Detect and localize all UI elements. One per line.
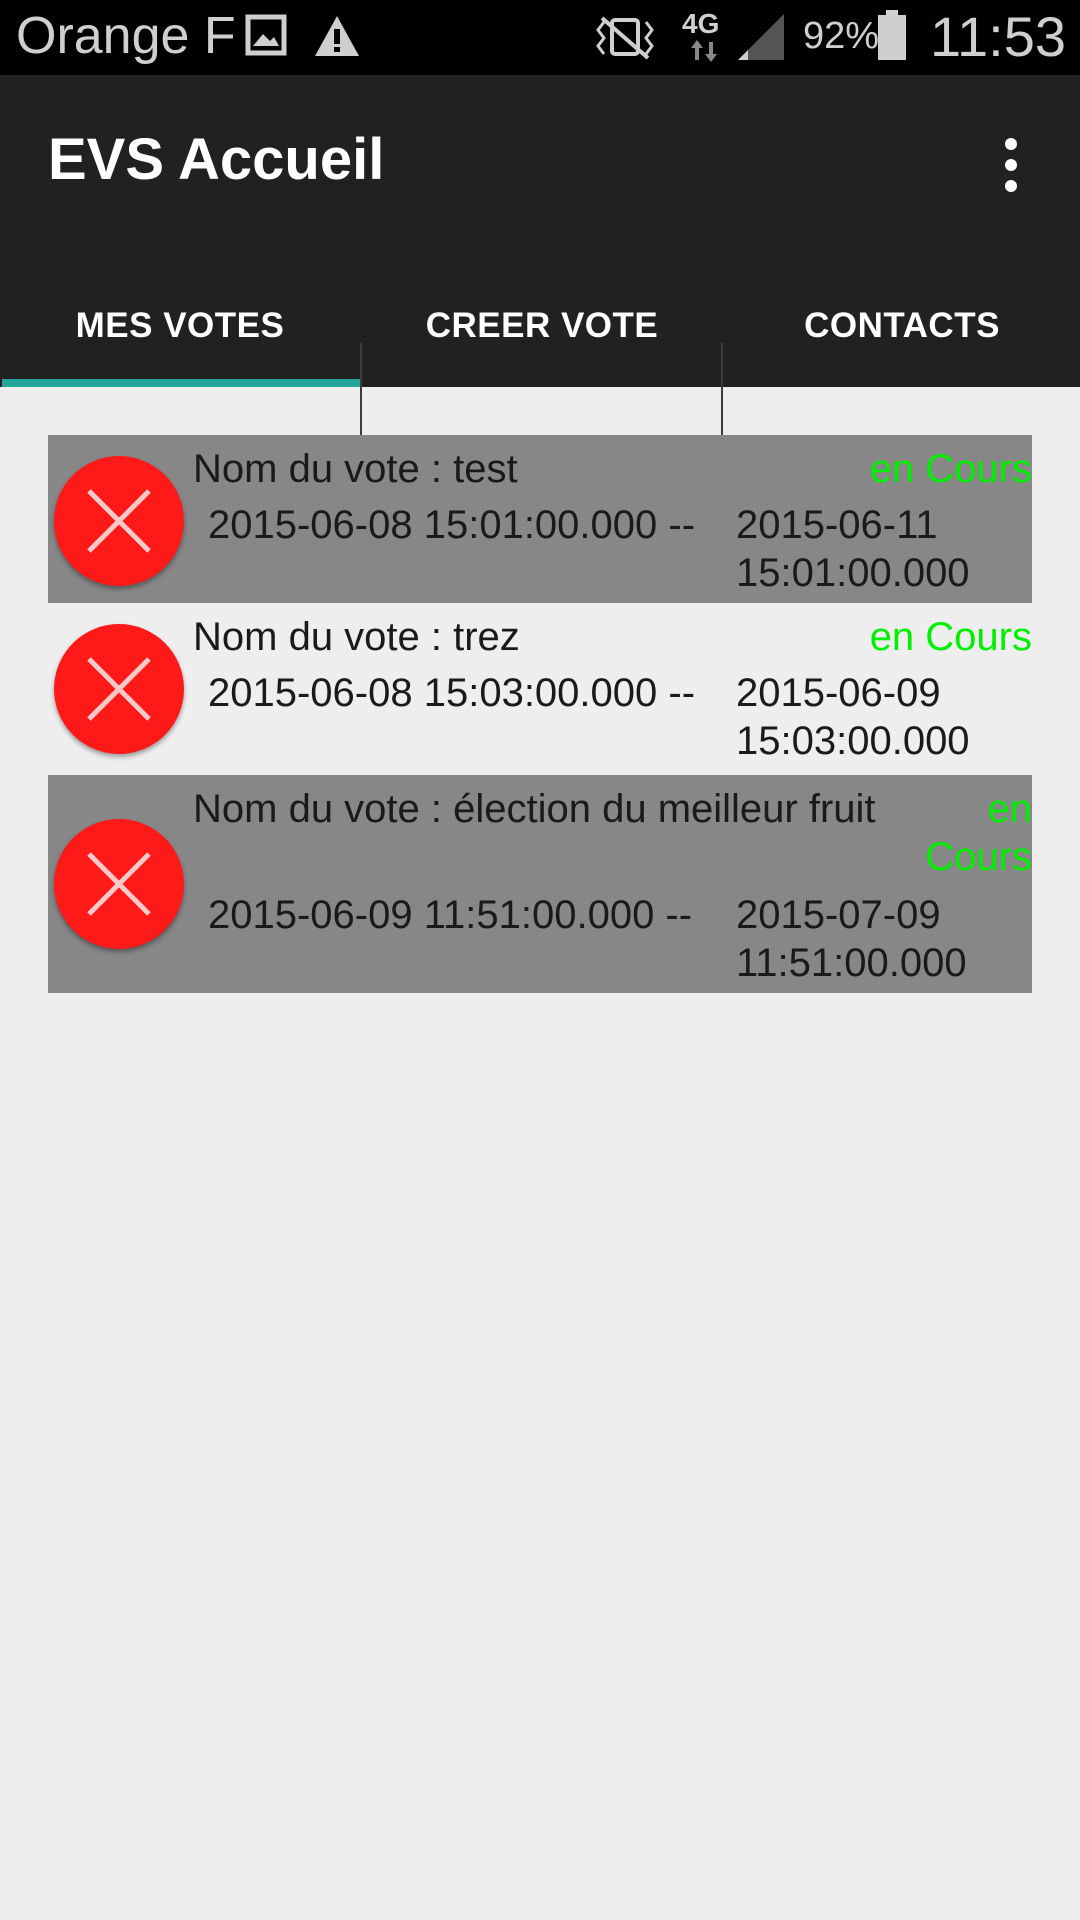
tab-mes-votes[interactable]: MES VOTES [0, 265, 360, 387]
vote-end-day: 2015-06-11 [736, 503, 938, 547]
image-icon [245, 14, 287, 56]
vote-status: en Cours [869, 615, 1032, 659]
vote-end-date: 2015-06-11 15:01:00.000 [736, 501, 1016, 597]
delete-x-icon[interactable] [54, 819, 184, 949]
vote-end-time: 15:01:00.000 [736, 551, 970, 595]
vote-start-date: 2015-06-08 15:01:00.000 -- [208, 503, 696, 547]
battery-percent: 92% [803, 15, 880, 57]
carrier-name: Orange F [16, 7, 236, 65]
more-vert-icon[interactable] [985, 130, 1035, 200]
vote-status-line: Cours [925, 835, 1032, 879]
vote-item[interactable]: Nom du vote : trez en Cours 2015-06-08 1… [48, 603, 1032, 775]
vote-start-date: 2015-06-08 15:03:00.000 -- [208, 671, 696, 715]
tab-bar: MES VOTES CREER VOTE CONTACTS [0, 265, 1080, 439]
tab-creer-vote[interactable]: CREER VOTE [362, 265, 722, 387]
network-type: 4G [682, 8, 720, 39]
vote-name: Nom du vote : trez [193, 615, 520, 659]
vote-list: Nom du vote : test en Cours 2015-06-08 1… [48, 435, 1032, 993]
status-bar: Orange F 4G 92% 11:53 [0, 0, 1080, 75]
vote-item[interactable]: Nom du vote : élection du meilleur fruit… [48, 775, 1032, 993]
vote-end-day: 2015-06-09 [736, 671, 941, 715]
delete-x-icon[interactable] [54, 456, 184, 586]
app-bar: EVS Accueil MES VOTES CREER VOTE CONTACT… [0, 75, 1080, 439]
tab-contacts[interactable]: CONTACTS [722, 265, 1080, 387]
vibrate-icon [596, 16, 654, 60]
data-arrows-icon [691, 40, 717, 62]
vote-end-date: 2015-07-09 11:51:00.000 [736, 891, 1016, 987]
vote-end-time: 15:03:00.000 [736, 719, 970, 763]
delete-x-icon[interactable] [54, 624, 184, 754]
clock: 11:53 [930, 5, 1066, 68]
vote-status-line: en [987, 787, 1033, 831]
vote-end-date: 2015-06-09 15:03:00.000 [736, 669, 1016, 765]
vote-name: Nom du vote : élection du meilleur fruit [193, 787, 876, 831]
tab-selected-indicator [2, 379, 360, 387]
vote-end-time: 11:51:00.000 [736, 941, 967, 985]
signal-icon [738, 14, 784, 60]
vote-status: en Cours [869, 447, 1032, 491]
vote-start-date: 2015-06-09 11:51:00.000 -- [208, 893, 693, 937]
battery-icon [878, 10, 906, 60]
vote-end-day: 2015-07-09 [736, 893, 941, 937]
vote-status: en Cours [925, 785, 1032, 881]
vote-name: Nom du vote : test [193, 447, 518, 491]
page-title: EVS Accueil [48, 127, 385, 192]
vote-item[interactable]: Nom du vote : test en Cours 2015-06-08 1… [48, 435, 1032, 603]
warning-icon [315, 16, 359, 56]
